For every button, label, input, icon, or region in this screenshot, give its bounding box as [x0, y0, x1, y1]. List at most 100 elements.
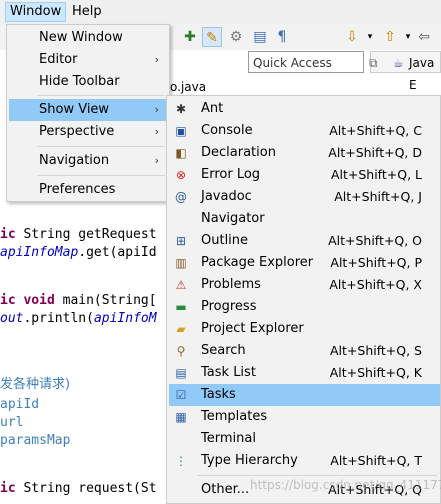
open-perspective-icon: ⧉	[369, 56, 378, 70]
view-item-label: Declaration	[201, 145, 276, 160]
view-item-project-explorer[interactable]: ▰ Project Explorer	[169, 318, 440, 340]
view-item-label: Ant	[201, 101, 224, 116]
error-log-icon: ⊗	[175, 168, 187, 182]
view-item-shortcut: Alt+Shift+Q, L	[330, 167, 422, 182]
run-config-icon[interactable]: ✚	[180, 27, 200, 47]
view-item-label: Tasks	[201, 387, 236, 402]
menu-separator	[197, 475, 437, 476]
view-item-shortcut: Alt+Shift+Q, C	[329, 123, 422, 138]
view-item-outline[interactable]: ⊞ Outline Alt+Shift+Q, O	[169, 230, 440, 252]
view-item-progress[interactable]: ▬ Progress	[169, 296, 440, 318]
view-item-ant[interactable]: ✱ Ant	[169, 98, 440, 120]
view-item-label: Package Explorer	[201, 255, 314, 270]
show-view-submenu: ✱ Ant ▣ Console Alt+Shift+Q, C ◧ Declara…	[166, 95, 441, 504]
menu-item-perspective[interactable]: Perspective ›	[9, 121, 167, 143]
other-icon	[173, 482, 189, 498]
project-explorer-icon: ▰	[176, 322, 186, 336]
view-item-shortcut: Alt+Shift+Q, T	[330, 453, 422, 468]
code-line: ic void main(String[	[0, 293, 157, 308]
tasks-icon: ☑	[175, 388, 187, 402]
menubar: Window Help	[0, 0, 441, 25]
paragraph-icon[interactable]: ¶	[272, 27, 292, 47]
view-item-shortcut: Alt+Shift+Q, O	[328, 233, 422, 248]
perspective-button[interactable]: ⧉ ☕ Java E	[369, 51, 441, 92]
view-item-package-explorer[interactable]: ▥ Package Explorer Alt+Shift+Q, P	[169, 252, 440, 274]
code-comment: paramsMap	[0, 433, 71, 448]
toggle-mark-occurrences-icon[interactable]: ✎	[202, 27, 222, 47]
chevron-right-icon: ›	[154, 53, 159, 66]
navigator-icon	[173, 211, 189, 227]
view-item-search[interactable]: ⚲ Search Alt+Shift+Q, S	[169, 340, 440, 362]
view-item-tasks[interactable]: ☑ Tasks	[169, 384, 440, 406]
prev-annotation-icon[interactable]: ⇧	[380, 27, 400, 47]
menu-item-new-window[interactable]: New Window	[9, 27, 167, 49]
view-item-shortcut: Alt+Shift+Q, X	[329, 277, 422, 292]
window-menu-button[interactable]: Window	[5, 2, 67, 22]
quick-access-input[interactable]: Quick Access	[248, 51, 364, 73]
code-line: out.println(apiInfoM	[0, 311, 157, 326]
ant-icon: ✱	[175, 102, 187, 116]
problems-icon: ⚠	[175, 278, 187, 292]
code-comment: 发各种请求)	[0, 377, 71, 392]
view-item-error-log[interactable]: ⊗ Error Log Alt+Shift+Q, L	[169, 164, 440, 186]
view-item-label: Task List	[201, 365, 256, 380]
progress-icon: ▬	[175, 300, 187, 314]
view-item-shortcut: Alt+Shift+Q, J	[334, 189, 422, 204]
window-menu: New Window Editor › Hide Toolbar Show Vi…	[6, 24, 170, 202]
help-menu-button[interactable]: Help	[68, 3, 106, 21]
chevron-right-icon: ›	[154, 125, 159, 138]
view-item-label: Templates	[201, 409, 268, 424]
declaration-icon: ◧	[175, 146, 187, 160]
watermark: https://blog.csdn.net/qq_4111777	[250, 478, 441, 492]
menu-item-label: Navigation	[39, 153, 110, 168]
menu-separator	[37, 175, 165, 176]
console-icon: ▣	[175, 124, 187, 138]
view-item-shortcut: Alt+Shift+Q, K	[329, 365, 422, 380]
code-comment: url	[0, 415, 24, 430]
chevron-down-icon[interactable]: ▾	[360, 27, 380, 47]
menu-separator	[37, 146, 165, 147]
code-line: apiInfoMap.get(apiId	[0, 245, 157, 260]
view-item-shortcut: Alt+Shift+Q, P	[330, 255, 422, 270]
view-item-console[interactable]: ▣ Console Alt+Shift+Q, C	[169, 120, 440, 142]
menu-item-navigation[interactable]: Navigation ›	[9, 150, 167, 172]
back-icon[interactable]: ⇦	[414, 27, 434, 47]
view-item-label: Problems	[201, 277, 261, 292]
view-item-terminal[interactable]: Terminal	[169, 428, 440, 450]
view-item-shortcut: Alt+Shift+Q, D	[328, 145, 422, 160]
outline-icon: ⊞	[175, 234, 187, 248]
view-item-label: Error Log	[201, 167, 261, 182]
templates-icon: ▦	[175, 410, 187, 424]
chevron-right-icon: ›	[154, 103, 159, 116]
search-icon: ⚲	[176, 344, 186, 358]
menu-item-editor[interactable]: Editor ›	[9, 49, 167, 71]
view-item-shortcut: Alt+Shift+Q, S	[329, 343, 422, 358]
view-item-task-list[interactable]: ▤ Task List Alt+Shift+Q, K	[169, 362, 440, 384]
view-item-label: Progress	[201, 299, 257, 314]
view-item-javadoc[interactable]: @ Javadoc Alt+Shift+Q, J	[169, 186, 440, 208]
next-annotation-icon[interactable]: ⇩	[342, 27, 362, 47]
view-item-label: Outline	[201, 233, 249, 248]
view-item-templates[interactable]: ▦ Templates	[169, 406, 440, 428]
menu-item-preferences[interactable]: Preferences	[9, 179, 167, 201]
view-item-declaration[interactable]: ◧ Declaration Alt+Shift+Q, D	[169, 142, 440, 164]
show-whitespace-icon[interactable]: ▤	[250, 27, 270, 47]
view-item-type-hierarchy[interactable]: ⋮ Type Hierarchy Alt+Shift+Q, T	[169, 450, 440, 472]
type-hierarchy-icon: ⋮	[175, 454, 187, 468]
menu-item-show-view[interactable]: Show View ›	[9, 99, 167, 121]
view-item-problems[interactable]: ⚠ Problems Alt+Shift+Q, X	[169, 274, 440, 296]
menu-item-label: Hide Toolbar	[39, 74, 120, 89]
menu-item-hide-toolbar[interactable]: Hide Toolbar	[9, 71, 167, 93]
view-item-label: Console	[201, 123, 253, 138]
menu-separator	[37, 95, 165, 96]
code-line: ic String getRequest	[0, 227, 157, 242]
editor-tab[interactable]: o.java	[170, 78, 250, 96]
view-item-label: Navigator	[201, 211, 265, 226]
view-item-label: Terminal	[201, 431, 256, 446]
perspective-label: Java E	[409, 56, 435, 92]
toggle-block-icon[interactable]: ⚙	[226, 27, 246, 47]
code-editor[interactable]: ic String getRequest apiInfoMap.get(apiI…	[0, 200, 170, 504]
chevron-right-icon: ›	[154, 154, 159, 167]
view-item-label: Other...	[201, 482, 250, 497]
view-item-navigator[interactable]: Navigator	[169, 208, 440, 230]
